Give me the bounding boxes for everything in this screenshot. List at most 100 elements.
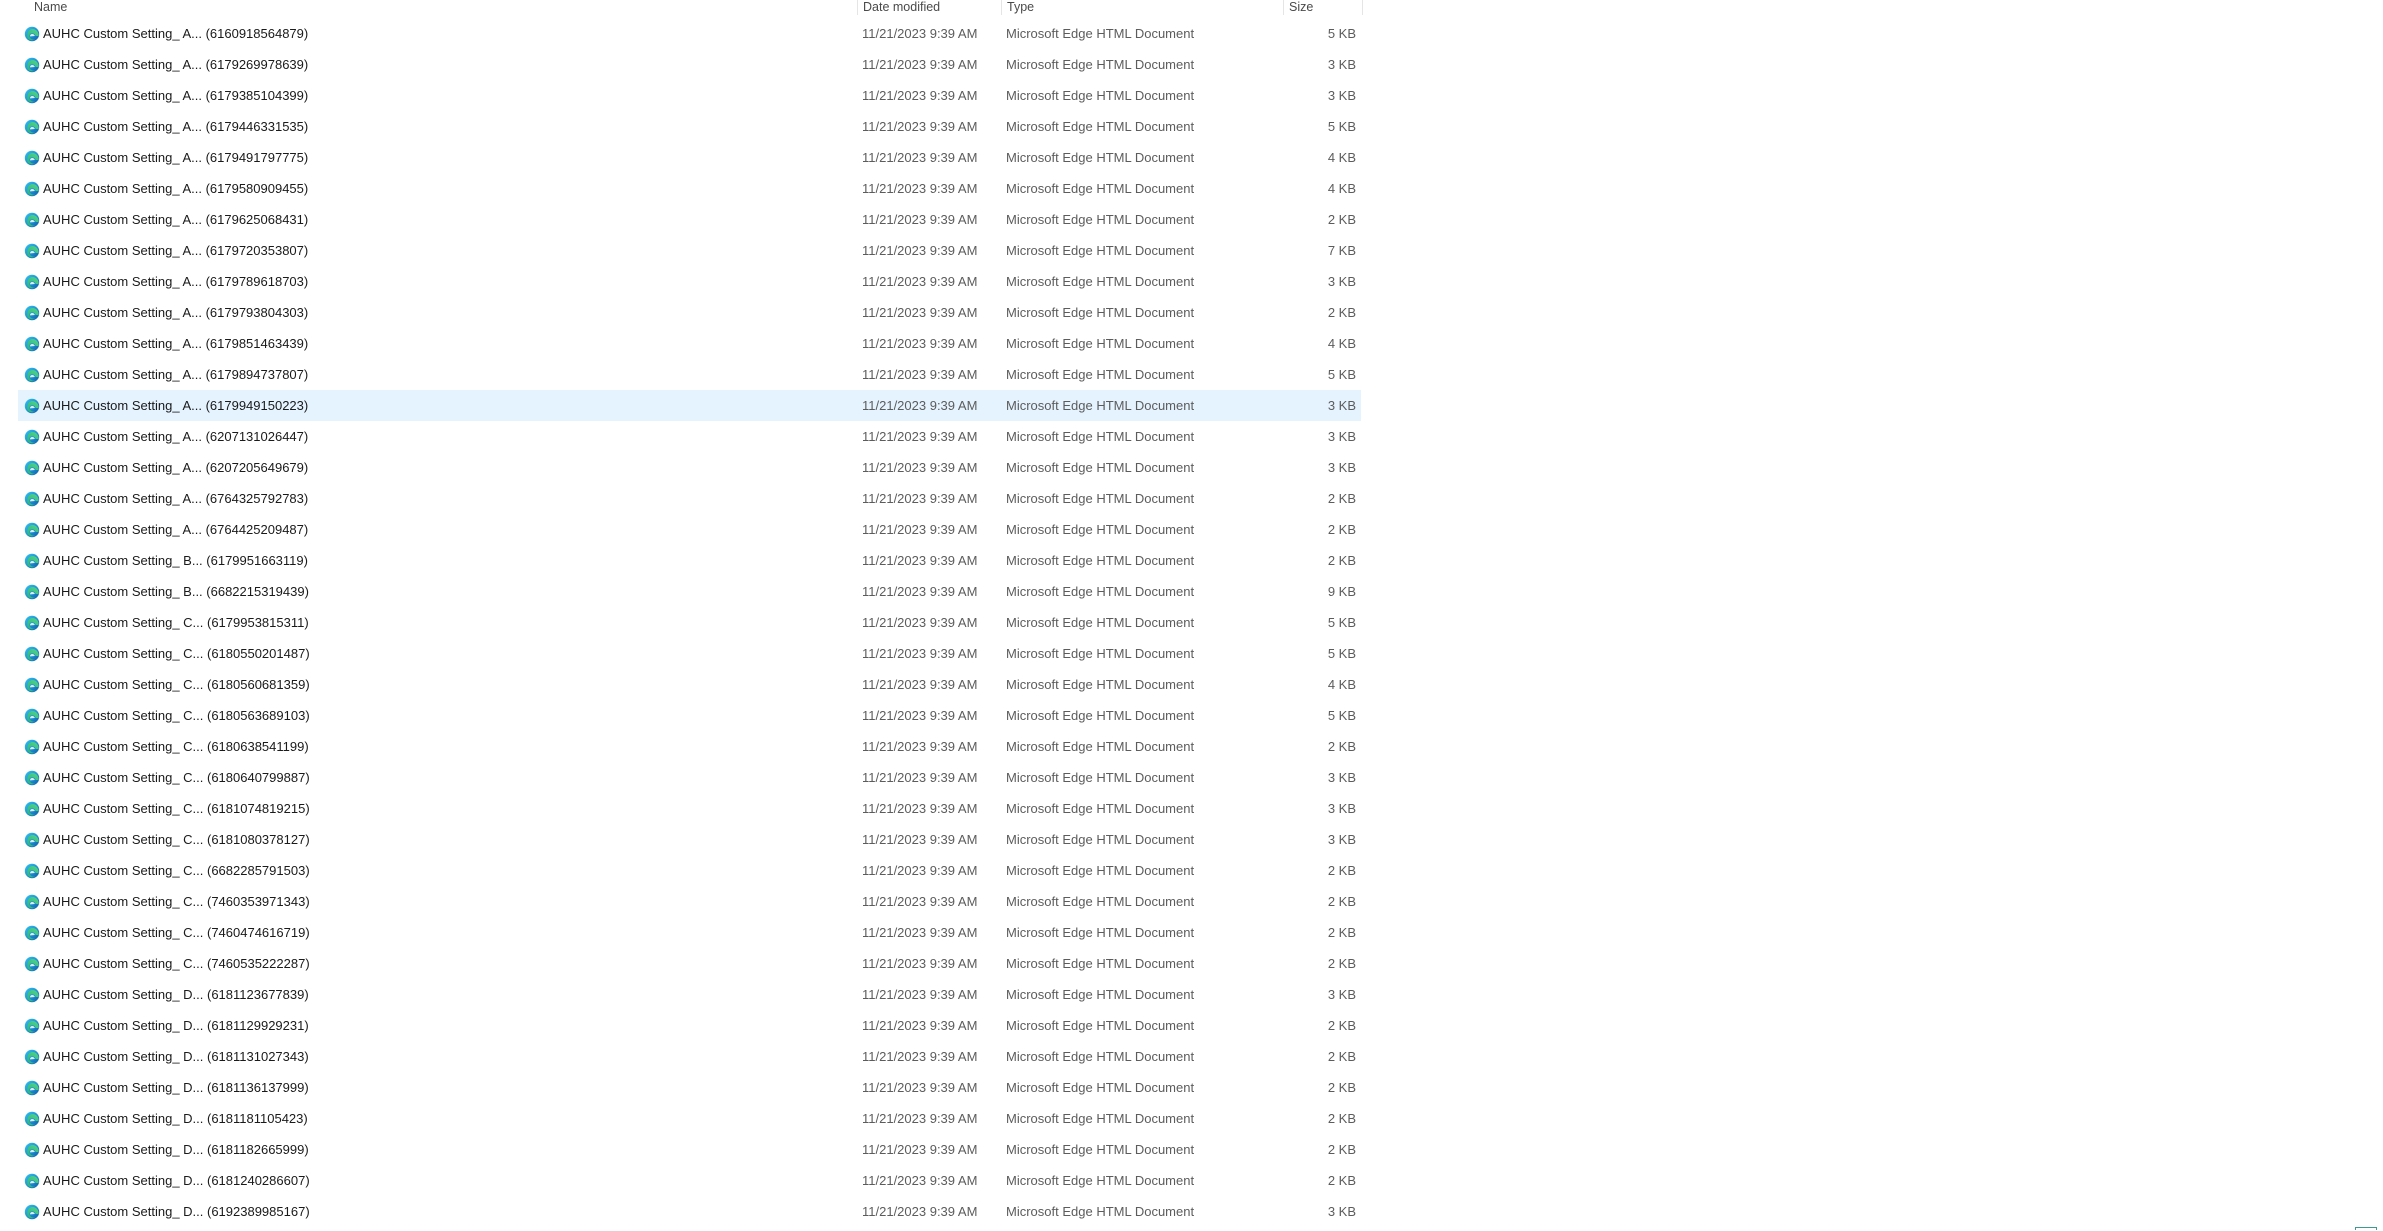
file-row[interactable]: AUHC Custom Setting_ D... (6181123677839…: [18, 979, 1361, 1010]
column-header-date-modified[interactable]: Date modified: [857, 0, 1001, 15]
file-row[interactable]: AUHC Custom Setting_ A... (6179491797775…: [18, 142, 1361, 173]
microsoft-edge-icon: [24, 615, 40, 631]
file-row[interactable]: AUHC Custom Setting_ A... (6160918564879…: [18, 18, 1361, 49]
microsoft-edge-icon: [24, 119, 40, 135]
file-row[interactable]: AUHC Custom Setting_ D... (6181136137999…: [18, 1072, 1361, 1103]
microsoft-edge-icon: [24, 150, 40, 166]
file-date-modified: 11/21/2023 9:39 AM: [862, 274, 978, 289]
file-type: Microsoft Edge HTML Document: [1006, 1049, 1195, 1064]
file-row[interactable]: AUHC Custom Setting_ A... (6179720353807…: [18, 235, 1361, 266]
file-row[interactable]: AUHC Custom Setting_ C... (6180640799887…: [18, 762, 1361, 793]
file-date-modified: 11/21/2023 9:39 AM: [862, 522, 978, 537]
column-header-size[interactable]: Size: [1283, 0, 1363, 15]
microsoft-edge-icon: [24, 739, 40, 755]
file-size: 2 KB: [1327, 491, 1356, 506]
resize-handle-icon[interactable]: [2355, 1227, 2377, 1230]
file-type: Microsoft Edge HTML Document: [1006, 398, 1195, 413]
file-row[interactable]: AUHC Custom Setting_ A... (6179894737807…: [18, 359, 1361, 390]
file-name: AUHC Custom Setting_ A... (6179491797775…: [43, 150, 309, 165]
file-row[interactable]: AUHC Custom Setting_ C... (6180638541199…: [18, 731, 1361, 762]
file-row[interactable]: AUHC Custom Setting_ A... (6207205649679…: [18, 452, 1361, 483]
file-type: Microsoft Edge HTML Document: [1006, 429, 1195, 444]
file-size: 3 KB: [1327, 57, 1356, 72]
file-row[interactable]: AUHC Custom Setting_ D... (6181131027343…: [18, 1041, 1361, 1072]
file-row[interactable]: AUHC Custom Setting_ B... (6682215319439…: [18, 576, 1361, 607]
file-row[interactable]: AUHC Custom Setting_ A... (6207131026447…: [18, 421, 1361, 452]
file-size: 2 KB: [1327, 553, 1356, 568]
file-date-modified: 11/21/2023 9:39 AM: [862, 801, 978, 816]
file-row[interactable]: AUHC Custom Setting_ A... (6764325792783…: [18, 483, 1361, 514]
file-size: 3 KB: [1327, 987, 1356, 1002]
file-type: Microsoft Edge HTML Document: [1006, 677, 1195, 692]
file-row[interactable]: AUHC Custom Setting_ A... (6179625068431…: [18, 204, 1361, 235]
file-size: 5 KB: [1327, 119, 1356, 134]
file-type: Microsoft Edge HTML Document: [1006, 739, 1195, 754]
file-row[interactable]: AUHC Custom Setting_ C... (6682285791503…: [18, 855, 1361, 886]
microsoft-edge-icon: [24, 305, 40, 321]
file-size: 2 KB: [1327, 739, 1356, 754]
file-row[interactable]: AUHC Custom Setting_ A... (6179793804303…: [18, 297, 1361, 328]
file-date-modified: 11/21/2023 9:39 AM: [862, 336, 978, 351]
file-row[interactable]: AUHC Custom Setting_ D... (6181181105423…: [18, 1103, 1361, 1134]
microsoft-edge-icon: [24, 1142, 40, 1158]
file-row[interactable]: AUHC Custom Setting_ A... (6179851463439…: [18, 328, 1361, 359]
microsoft-edge-icon: [24, 336, 40, 352]
file-type: Microsoft Edge HTML Document: [1006, 708, 1195, 723]
file-row[interactable]: AUHC Custom Setting_ A... (6179949150223…: [18, 390, 1361, 421]
microsoft-edge-icon: [24, 956, 40, 972]
microsoft-edge-icon: [24, 894, 40, 910]
file-date-modified: 11/21/2023 9:39 AM: [862, 1142, 978, 1157]
file-type: Microsoft Edge HTML Document: [1006, 615, 1195, 630]
microsoft-edge-icon: [24, 212, 40, 228]
file-row[interactable]: AUHC Custom Setting_ D... (6181182665999…: [18, 1134, 1361, 1165]
file-name: AUHC Custom Setting_ C... (6179953815311…: [43, 615, 309, 630]
microsoft-edge-icon: [24, 491, 40, 507]
file-row[interactable]: AUHC Custom Setting_ A... (6179580909455…: [18, 173, 1361, 204]
file-type: Microsoft Edge HTML Document: [1006, 646, 1195, 661]
file-size: 2 KB: [1327, 1080, 1356, 1095]
file-row[interactable]: AUHC Custom Setting_ A... (6179789618703…: [18, 266, 1361, 297]
file-type: Microsoft Edge HTML Document: [1006, 243, 1195, 258]
file-name: AUHC Custom Setting_ C... (6180638541199…: [43, 739, 309, 754]
file-row[interactable]: AUHC Custom Setting_ D... (6181129929231…: [18, 1010, 1361, 1041]
file-row[interactable]: AUHC Custom Setting_ A... (6179446331535…: [18, 111, 1361, 142]
file-size: 3 KB: [1327, 801, 1356, 816]
file-row[interactable]: AUHC Custom Setting_ D... (6181240286607…: [18, 1165, 1361, 1196]
file-row[interactable]: AUHC Custom Setting_ C... (6179953815311…: [18, 607, 1361, 638]
file-row[interactable]: AUHC Custom Setting_ C... (7460353971343…: [18, 886, 1361, 917]
file-row[interactable]: AUHC Custom Setting_ C... (7460474616719…: [18, 917, 1361, 948]
file-row[interactable]: AUHC Custom Setting_ C... (6181080378127…: [18, 824, 1361, 855]
file-row[interactable]: AUHC Custom Setting_ C... (6180550201487…: [18, 638, 1361, 669]
file-size: 5 KB: [1327, 26, 1356, 41]
file-name: AUHC Custom Setting_ A... (6179793804303…: [43, 305, 309, 320]
file-row[interactable]: AUHC Custom Setting_ A... (6764425209487…: [18, 514, 1361, 545]
file-date-modified: 11/21/2023 9:39 AM: [862, 26, 978, 41]
file-row[interactable]: AUHC Custom Setting_ C... (7460535222287…: [18, 948, 1361, 979]
column-header-name[interactable]: Name: [29, 0, 857, 15]
file-name: AUHC Custom Setting_ C... (6181080378127…: [43, 832, 310, 847]
file-row[interactable]: AUHC Custom Setting_ D... (6192389985167…: [18, 1196, 1361, 1227]
column-header-type[interactable]: Type: [1001, 0, 1283, 15]
microsoft-edge-icon: [24, 801, 40, 817]
file-date-modified: 11/21/2023 9:39 AM: [862, 894, 978, 909]
file-row[interactable]: AUHC Custom Setting_ A... (6179269978639…: [18, 49, 1361, 80]
file-size: 4 KB: [1327, 677, 1356, 692]
file-row[interactable]: AUHC Custom Setting_ C... (6181074819215…: [18, 793, 1361, 824]
file-row[interactable]: AUHC Custom Setting_ A... (6179385104399…: [18, 80, 1361, 111]
file-type: Microsoft Edge HTML Document: [1006, 26, 1195, 41]
file-row[interactable]: AUHC Custom Setting_ B... (6179951663119…: [18, 545, 1361, 576]
file-type: Microsoft Edge HTML Document: [1006, 460, 1195, 475]
file-row[interactable]: AUHC Custom Setting_ C... (6180563689103…: [18, 700, 1361, 731]
file-name: AUHC Custom Setting_ C... (6180563689103…: [43, 708, 310, 723]
file-size: 3 KB: [1327, 832, 1356, 847]
file-row[interactable]: AUHC Custom Setting_ C... (6180560681359…: [18, 669, 1361, 700]
microsoft-edge-icon: [24, 708, 40, 724]
microsoft-edge-icon: [24, 1018, 40, 1034]
file-type: Microsoft Edge HTML Document: [1006, 987, 1195, 1002]
file-date-modified: 11/21/2023 9:39 AM: [862, 615, 978, 630]
file-name: AUHC Custom Setting_ C... (6682285791503…: [43, 863, 310, 878]
file-date-modified: 11/21/2023 9:39 AM: [862, 1173, 978, 1188]
file-type: Microsoft Edge HTML Document: [1006, 305, 1195, 320]
file-size: 2 KB: [1327, 1173, 1356, 1188]
file-name: AUHC Custom Setting_ A... (6179720353807…: [43, 243, 309, 258]
